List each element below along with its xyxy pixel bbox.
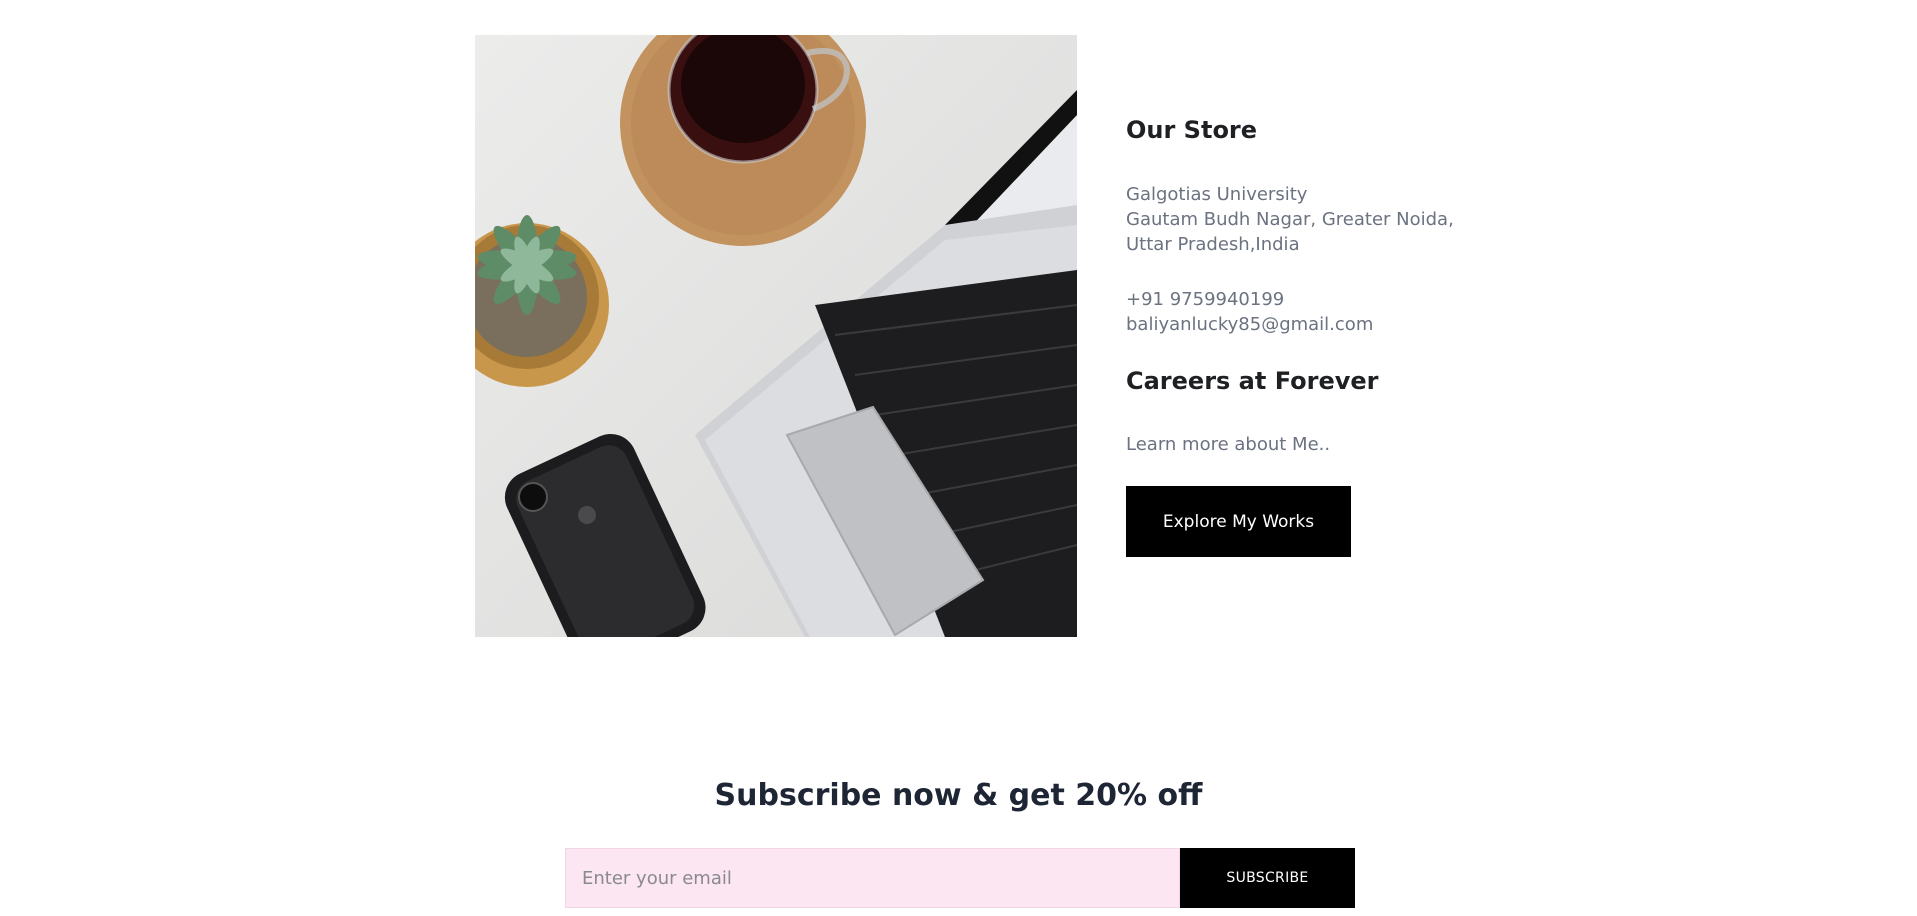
subscribe-button[interactable]: SUBSCRIBE bbox=[1180, 848, 1355, 908]
address-line: Gautam Budh Nagar, Greater Noida, bbox=[1126, 209, 1454, 230]
subscribe-title: Subscribe now & get 20% off bbox=[714, 778, 1203, 813]
address-line: Galgotias University bbox=[1126, 184, 1308, 205]
store-phone: +91 9759940199 bbox=[1126, 289, 1285, 310]
store-contacts: +91 9759940199 baliyanlucky85@gmail.com bbox=[1126, 287, 1373, 337]
subscribe-form: SUBSCRIBE bbox=[565, 848, 1355, 908]
store-address: Galgotias University Gautam Budh Nagar, … bbox=[1126, 182, 1454, 257]
email-input[interactable] bbox=[565, 848, 1180, 908]
careers-heading: Careers at Forever bbox=[1126, 367, 1379, 395]
page: Our Store Galgotias University Gautam Bu… bbox=[0, 0, 1917, 916]
explore-works-button[interactable]: Explore My Works bbox=[1126, 486, 1351, 557]
workspace-photo-illustration bbox=[475, 35, 1077, 637]
store-heading: Our Store bbox=[1126, 116, 1258, 144]
address-line: Uttar Pradesh,India bbox=[1126, 234, 1300, 255]
careers-text: Learn more about Me.. bbox=[1126, 434, 1331, 455]
store-email: baliyanlucky85@gmail.com bbox=[1126, 314, 1374, 335]
contact-image bbox=[475, 35, 1077, 637]
